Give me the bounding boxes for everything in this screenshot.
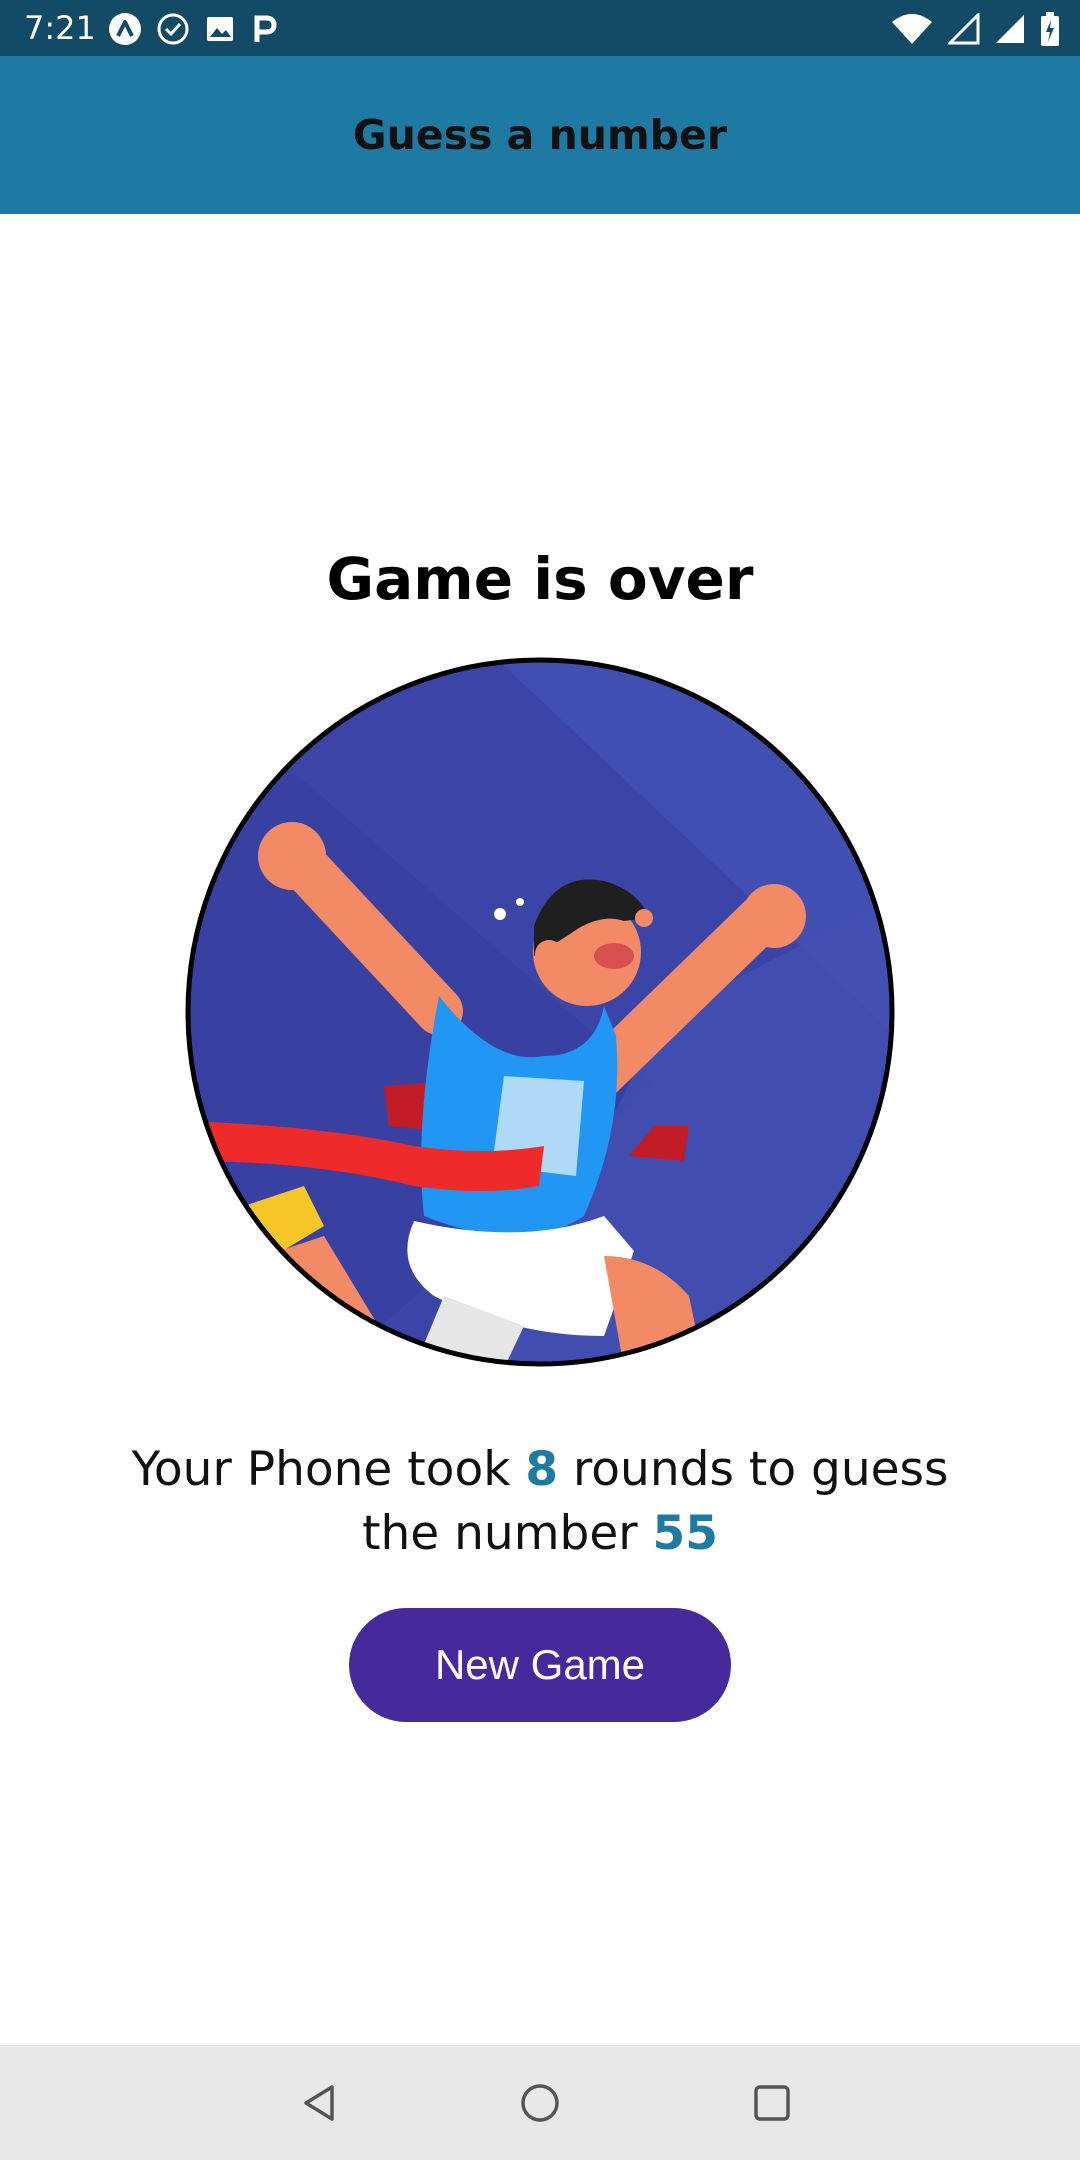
signal-icon — [996, 15, 1024, 43]
result-summary: Your Phone took 8 rounds to guess the nu… — [90, 1438, 990, 1566]
recents-icon — [754, 2085, 790, 2121]
image-icon — [207, 17, 233, 41]
expo-icon — [109, 13, 141, 45]
status-time: 7:21 — [24, 9, 96, 47]
page-title: Game is over — [326, 545, 754, 613]
new-game-button[interactable]: New Game — [349, 1608, 731, 1722]
guessed-number: 55 — [652, 1506, 718, 1561]
home-button[interactable] — [510, 2073, 570, 2133]
success-illustration — [184, 656, 896, 1368]
wifi-icon — [892, 14, 932, 44]
check-circle-icon — [157, 13, 189, 45]
status-bar: 7:21 — [0, 0, 1080, 56]
home-icon — [521, 2084, 559, 2122]
back-button[interactable] — [290, 2073, 350, 2133]
app-bar: Guess a number — [0, 56, 1080, 214]
app-title: Guess a number — [352, 111, 728, 159]
back-icon — [304, 2085, 334, 2121]
recents-button[interactable] — [742, 2073, 802, 2133]
battery-charging-icon — [1041, 12, 1059, 46]
rounds-count: 8 — [525, 1442, 559, 1497]
system-nav-bar — [0, 2045, 1080, 2160]
parking-icon — [254, 15, 277, 42]
signal-empty-icon — [948, 13, 980, 45]
summary-prefix: Your Phone took — [131, 1442, 526, 1497]
